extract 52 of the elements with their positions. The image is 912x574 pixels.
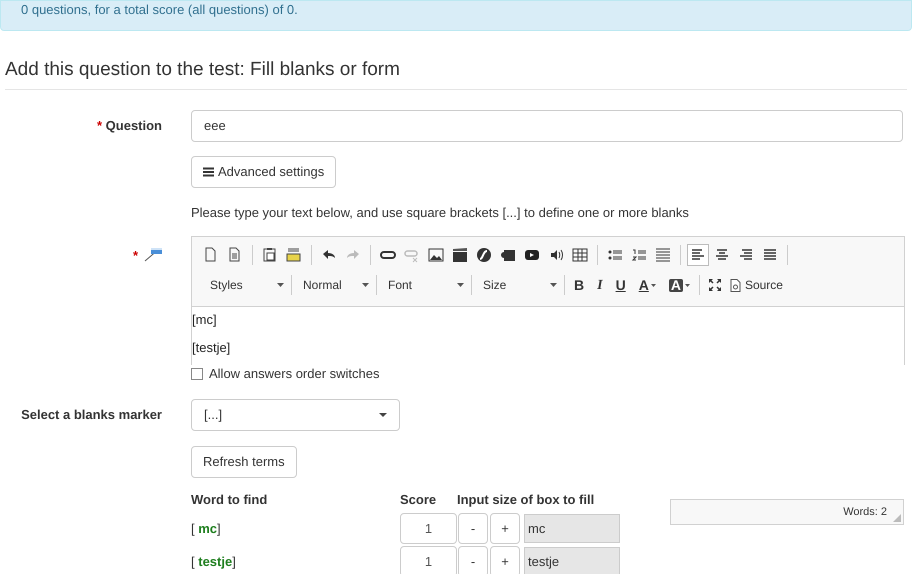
column-header: Score	[400, 490, 438, 508]
field-label: Question	[106, 118, 162, 133]
text-color-button[interactable]: A	[634, 274, 661, 296]
score-input[interactable]: 1	[400, 546, 457, 574]
caret-icon	[379, 413, 387, 417]
caret-icon	[457, 283, 464, 287]
italic-button[interactable]: I	[592, 274, 608, 296]
word-count: Words: 2	[843, 504, 887, 520]
editor-content[interactable]: [mc] [testje]	[191, 307, 905, 365]
underline-button[interactable]: U	[610, 274, 631, 296]
instructions-text: Please type your text below, and use square brackets [...] to define one or more blanks	[191, 204, 690, 222]
format-dropdown[interactable]: Font	[378, 274, 470, 296]
column-header: Word to find	[191, 490, 268, 508]
required-mark: *	[132, 247, 138, 265]
format-dropdown[interactable]: Styles	[200, 274, 290, 296]
column-header: Input size of box to fill	[457, 490, 594, 509]
editor-paragraph: [testje]	[192, 339, 232, 357]
caret-icon	[277, 283, 284, 287]
format-dropdown[interactable]: Normal	[293, 274, 375, 296]
checkbox[interactable]	[191, 368, 203, 380]
editor-paragraph: [mc]	[192, 311, 218, 329]
align-left-icon[interactable]	[687, 244, 709, 266]
bold-button[interactable]: B	[569, 274, 590, 296]
refresh-terms-button[interactable]: Refresh terms	[191, 446, 297, 478]
advanced-settings-button[interactable]: Advanced settings	[191, 156, 336, 188]
resize-grip-icon	[893, 514, 901, 522]
caret-icon	[650, 284, 656, 286]
required-mark: *	[96, 118, 102, 133]
checkbox-label: Allow answers order switches	[209, 365, 380, 384]
background-color-button[interactable]: A	[664, 274, 695, 296]
marker-select[interactable]: [...]	[191, 399, 400, 431]
caret-icon	[550, 283, 557, 287]
decrease-button[interactable]: -	[458, 546, 488, 574]
source-button[interactable]: Source	[726, 274, 787, 296]
answer-box[interactable]: testje	[524, 547, 620, 574]
section-heading: Add this question to the test: Fill blanks or form	[5, 58, 401, 82]
word-to-find: [ mc]	[191, 520, 222, 538]
document-icon	[730, 278, 741, 292]
caret-icon	[362, 283, 369, 287]
format-dropdown[interactable]: Size	[473, 274, 563, 296]
caret-icon	[684, 284, 690, 286]
decrease-button[interactable]: -	[458, 513, 488, 544]
increase-button[interactable]: +	[490, 513, 520, 544]
word-to-find: [ testje]	[191, 552, 237, 571]
info-alert: 0 questions, for a total score (all questions) of 0.	[0, 0, 912, 31]
editor-icon	[143, 246, 163, 262]
question-input[interactable]: eee	[191, 110, 903, 142]
menu-icon	[203, 166, 214, 176]
field-label: Select a blanks marker	[20, 406, 163, 424]
score-input[interactable]: 1	[400, 513, 457, 544]
answer-box[interactable]: mc	[524, 514, 620, 543]
increase-button[interactable]: +	[490, 546, 520, 574]
